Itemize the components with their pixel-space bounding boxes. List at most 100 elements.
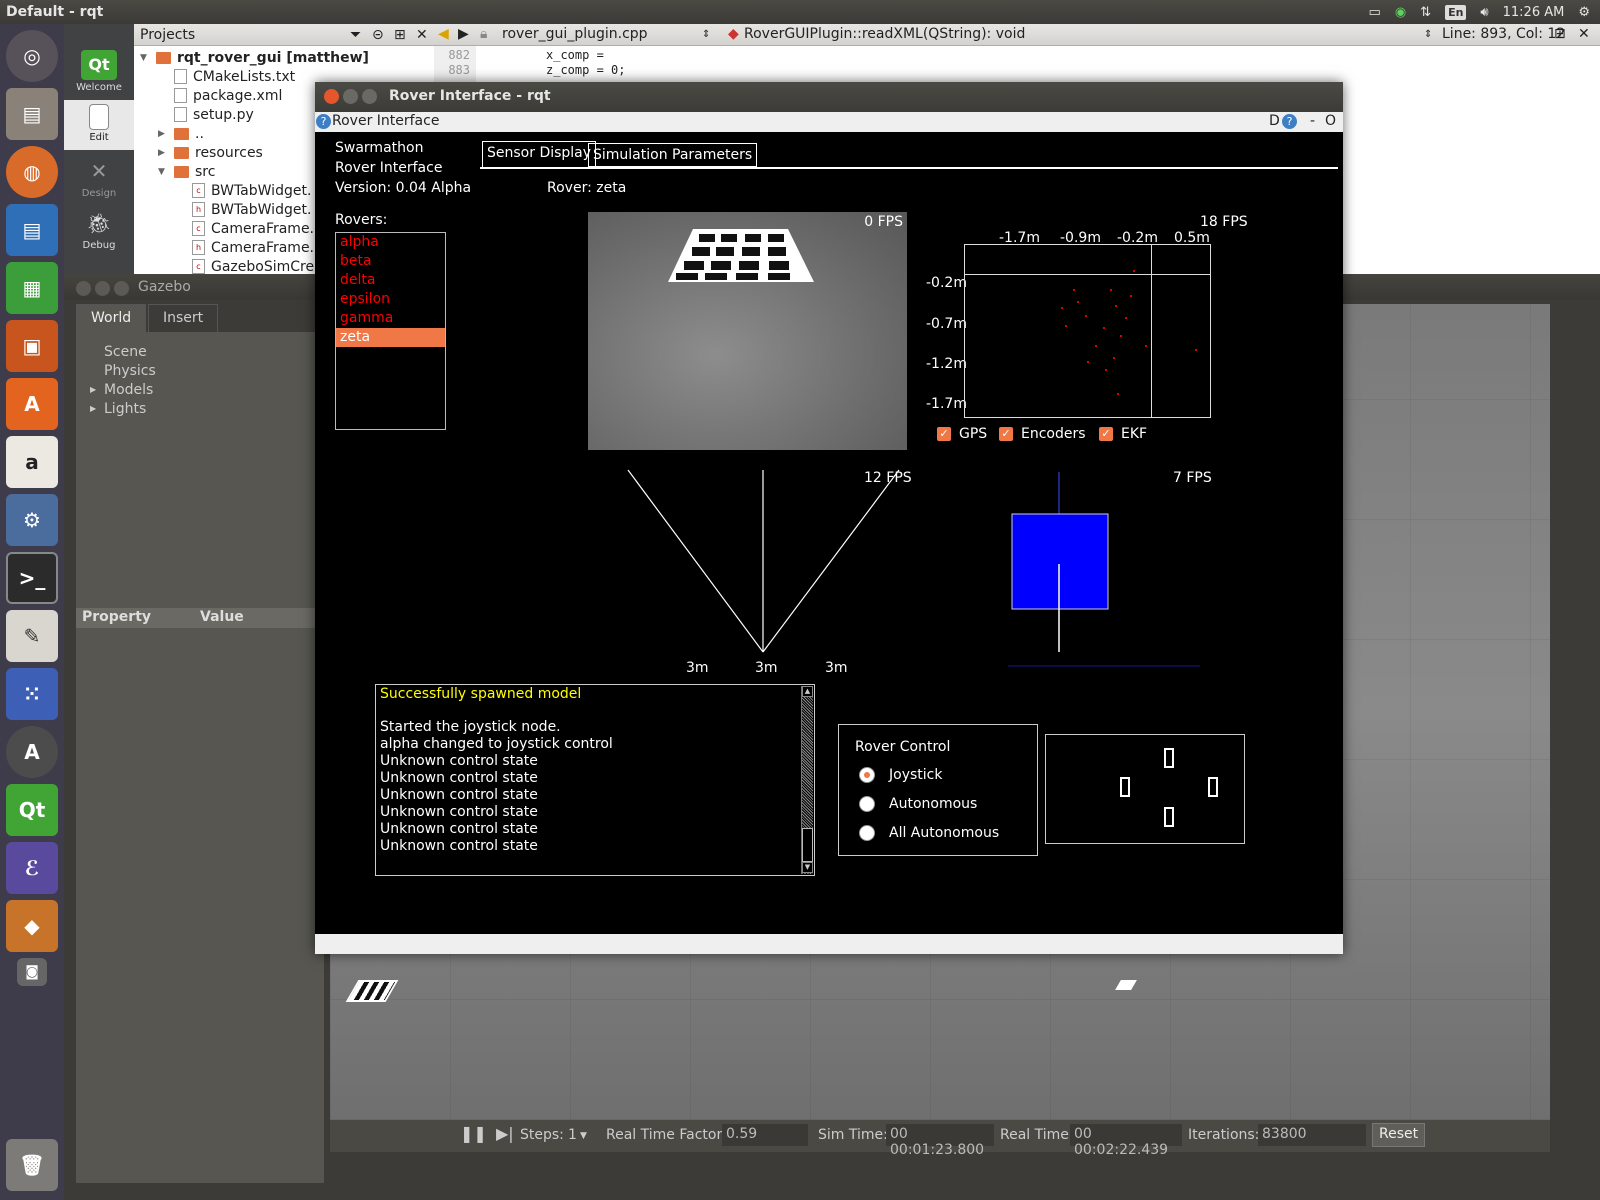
tree-folder[interactable]: ▶ .. (158, 124, 204, 143)
radio-autonomous[interactable]: Autonomous (859, 796, 977, 812)
clock[interactable]: 11:26 AM (1503, 5, 1565, 20)
mode-debug[interactable]: 🐞︎ Debug (64, 208, 134, 251)
dock-d-button[interactable]: D (1269, 113, 1280, 129)
minimize-window-button[interactable] (95, 281, 110, 296)
collapsed-arrow-icon[interactable]: ▶ (158, 148, 168, 158)
steps-value[interactable]: 1 (568, 1127, 577, 1143)
log-console[interactable]: Successfully spawned model Started the j… (375, 684, 815, 876)
radio-unselected-icon[interactable] (859, 796, 875, 812)
scroll-down-icon[interactable]: ▼ (802, 862, 813, 873)
session-gear-icon[interactable]: ⚙ (1578, 5, 1590, 20)
rover-item-alpha[interactable]: alpha (336, 233, 445, 252)
help-icon[interactable]: ? (316, 114, 331, 129)
expand-arrow-icon[interactable]: ▶ (90, 404, 96, 413)
checkbox-checked-icon[interactable]: ✓ (999, 427, 1013, 441)
expand-arrow-icon[interactable]: ▼ (158, 167, 168, 177)
tree-file[interactable]: c BWTabWidget. (192, 181, 311, 200)
split-icon[interactable]: ⊞ (1554, 26, 1566, 42)
tab-insert[interactable]: Insert (148, 304, 219, 332)
tree-project[interactable]: ▼ rqt_rover_gui [matthew] (140, 48, 369, 67)
log-scrollbar[interactable]: ▲ ▼ (801, 686, 813, 874)
keyboard-layout-indicator[interactable]: En (1445, 4, 1467, 20)
ubuntu-dash-icon[interactable]: ◎ (6, 30, 58, 82)
close-icon[interactable]: ✕ (416, 27, 428, 43)
rover-item-zeta[interactable]: zeta (336, 328, 445, 347)
emacs-icon[interactable]: ℰ (6, 842, 58, 894)
tab-world[interactable]: World (76, 304, 147, 332)
expand-arrow-icon[interactable]: ▶ (90, 385, 96, 394)
checkbox-gps[interactable]: ✓ GPS (937, 426, 987, 442)
scroll-up-icon[interactable]: ▲ (802, 686, 813, 697)
collapsed-arrow-icon[interactable]: ▶ (158, 129, 168, 139)
files-icon[interactable]: ▤ (6, 88, 58, 140)
tree-item-scene[interactable]: Scene (104, 344, 147, 360)
steps-spin-icon[interactable]: ▼ (580, 1131, 587, 1141)
qt-creator-icon[interactable]: Qt (6, 784, 58, 836)
software-center-icon[interactable]: A (6, 378, 58, 430)
mode-design[interactable]: ✕ Design (64, 156, 134, 199)
tree-item-physics[interactable]: Physics (104, 363, 156, 379)
expand-arrow-icon[interactable]: ▼ (140, 53, 150, 63)
split-icon[interactable]: ⊞ (394, 27, 406, 43)
scroll-thumb[interactable] (802, 828, 813, 862)
tree-item-lights[interactable]: Lights (104, 401, 146, 417)
dock-help-icon[interactable]: ? (1282, 114, 1297, 129)
tree-file[interactable]: CMakeLists.txt (174, 67, 295, 86)
rover-item-delta[interactable]: delta (336, 271, 445, 290)
volume-icon[interactable]: 🔊︎ (1480, 5, 1488, 20)
amazon-icon[interactable]: a (6, 436, 58, 488)
writer-icon[interactable]: ▤ (6, 204, 58, 256)
tree-folder[interactable]: ▶ resources (158, 143, 263, 162)
tab-simulation-parameters[interactable]: Simulation Parameters (588, 143, 758, 167)
tree-file[interactable]: c CameraFrame. (192, 219, 314, 238)
rover-item-epsilon[interactable]: epsilon (336, 290, 445, 309)
battery-icon[interactable]: ▭ (1369, 5, 1381, 20)
rovers-list[interactable]: alpha beta delta epsilon gamma zeta (335, 232, 446, 430)
symbol-selector[interactable]: RoverGUIPlugin::readXML(QString): void (744, 26, 1025, 42)
impress-icon[interactable]: ▣ (6, 320, 58, 372)
updater-icon[interactable]: A (6, 726, 58, 778)
transfer-icon[interactable]: ⇅ (1420, 5, 1431, 20)
minimize-window-button[interactable] (343, 89, 358, 104)
tree-item-models[interactable]: Models (104, 382, 153, 398)
projects-selector[interactable]: Projects (140, 27, 195, 43)
close-icon[interactable]: ✕ (1578, 26, 1590, 42)
trash-icon[interactable]: 🗑︎ (6, 1139, 58, 1191)
radio-unselected-icon[interactable] (859, 825, 875, 841)
radio-all-autonomous[interactable]: All Autonomous (859, 825, 999, 841)
link-icon[interactable]: ⊝ (372, 27, 384, 43)
close-window-button[interactable] (76, 281, 91, 296)
radio-selected-icon[interactable] (859, 767, 875, 783)
tree-file[interactable]: h CameraFrame. (192, 238, 314, 257)
back-arrow-icon[interactable]: ◀ (438, 26, 449, 42)
reset-button[interactable]: Reset (1372, 1123, 1426, 1147)
dropdown-icon[interactable]: ⇕ (1424, 29, 1432, 40)
radio-joystick[interactable]: Joystick (859, 767, 942, 783)
tab-sensor-display[interactable]: Sensor Display (482, 141, 597, 169)
virtualbox-icon[interactable]: ◆ (6, 900, 58, 952)
maximize-window-button[interactable] (362, 89, 377, 104)
network-icon[interactable]: ◉ (1395, 5, 1406, 20)
tree-folder[interactable]: ▼ src (158, 162, 215, 181)
text-editor-icon[interactable]: ✎ (6, 610, 58, 662)
filter-icon[interactable]: ⏷ (350, 27, 361, 43)
system-settings-icon[interactable]: ⚙ (6, 494, 58, 546)
mode-welcome[interactable]: Qt Welcome (64, 50, 134, 93)
firefox-icon[interactable]: ◍ (6, 146, 58, 198)
open-file-selector[interactable]: rover_gui_plugin.cpp (502, 26, 648, 42)
tree-file[interactable]: h BWTabWidget. (192, 200, 311, 219)
screenshot-icon[interactable]: ◙ (17, 958, 47, 986)
cursor-position[interactable]: Line: 893, Col: 12 (1442, 26, 1565, 42)
tree-file[interactable]: setup.py (174, 105, 254, 124)
checkbox-checked-icon[interactable]: ✓ (1099, 427, 1113, 441)
dock-close-button[interactable]: O (1325, 113, 1336, 129)
tree-file[interactable]: package.xml (174, 86, 282, 105)
terminal-icon[interactable]: >_ (6, 552, 58, 604)
forward-arrow-icon[interactable]: ▶ (458, 26, 469, 42)
checkbox-checked-icon[interactable]: ✓ (937, 427, 951, 441)
rover-item-beta[interactable]: beta (336, 252, 445, 271)
step-icon[interactable]: ▶| (496, 1124, 514, 1143)
dropdown-icon[interactable]: ⇕ (702, 29, 710, 40)
mode-edit[interactable]: Edit (64, 100, 134, 150)
checkbox-encoders[interactable]: ✓ Encoders (999, 426, 1086, 442)
